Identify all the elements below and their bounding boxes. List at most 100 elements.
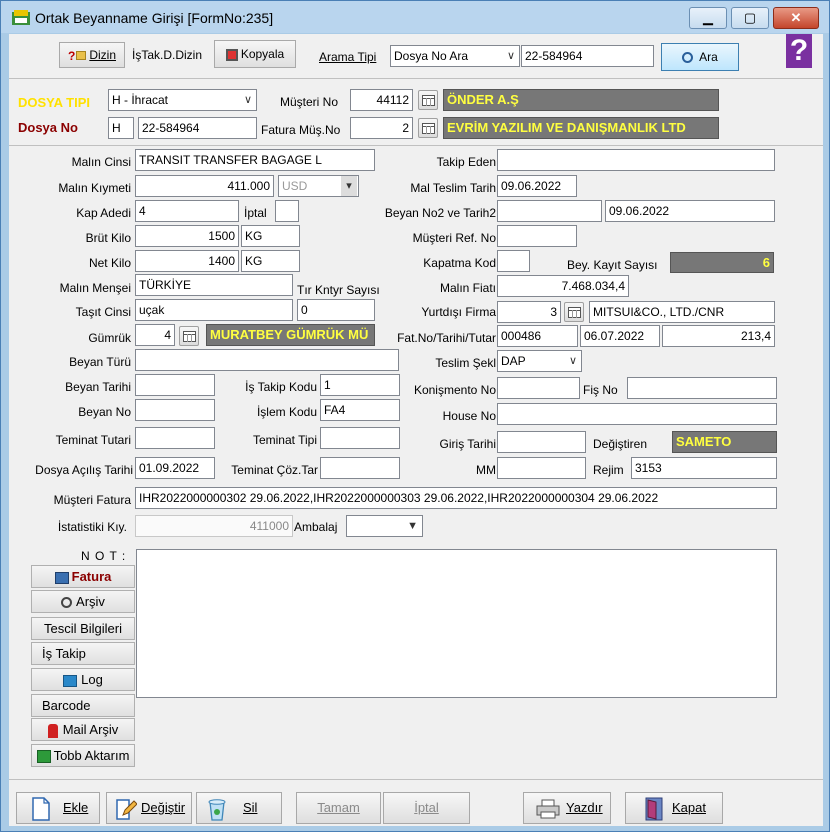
teslim-sekli-select[interactable]: DAP ∨ (497, 350, 582, 372)
fatura-mus-no-input[interactable]: 2 (350, 117, 413, 139)
fatura-button[interactable]: Fatura (31, 565, 135, 588)
kopyala-button[interactable]: Kopyala (214, 40, 296, 68)
giris-tarihi-label: Giriş Tarihi (439, 437, 496, 451)
yazdir-button[interactable]: Yazdır (523, 792, 611, 824)
beyan-tarih2-input[interactable]: 09.06.2022 (605, 200, 775, 222)
dosya-no-input[interactable]: 22-584964 (138, 117, 257, 139)
copy-icon (225, 48, 238, 61)
teminat-tutari-input[interactable] (135, 427, 215, 449)
dizin-label: Dizin (89, 48, 116, 62)
dizin-button[interactable]: ? Dizin (59, 42, 125, 68)
musteri-ref-input[interactable] (497, 225, 577, 247)
musteri-no-input[interactable]: 44112 (350, 89, 413, 111)
musteri-fatura-input[interactable]: IHR2022000000302 29.06.2022,IHR202200000… (135, 487, 777, 509)
help-icon[interactable]: ? (786, 34, 812, 68)
iptal-button[interactable]: İptal (383, 792, 470, 824)
yurtdisi-no-input[interactable]: 3 (497, 301, 561, 323)
currency-select[interactable]: USD ▾ (278, 175, 359, 197)
takip-eden-input[interactable] (497, 149, 775, 171)
istak-dizin-link[interactable]: İşTak.D.Dizin (132, 48, 202, 62)
beyan-turu-input[interactable] (135, 349, 399, 371)
chevron-down-icon: ∨ (506, 50, 515, 62)
beyan-tarihi-input[interactable] (135, 374, 215, 396)
giris-tarihi-input[interactable] (497, 431, 586, 453)
not-textarea[interactable] (136, 549, 777, 698)
log-icon (63, 674, 78, 687)
arama-tipi-select[interactable]: Dosya No Ara ∨ (390, 45, 520, 67)
beyan-no-input[interactable] (135, 399, 215, 421)
yurtdisi-name-input[interactable]: MITSUI&CO., LTD./CNR (589, 301, 775, 323)
gumruk-no-input[interactable]: 4 (135, 324, 175, 346)
konismento-input[interactable] (497, 377, 580, 399)
is-takip-button[interactable]: İş Takip (31, 642, 135, 665)
barcode-button[interactable]: Barcode (31, 694, 135, 717)
teminat-coz-input[interactable] (320, 457, 400, 479)
beyan-no-label: Beyan No (78, 405, 131, 419)
malin-fiati-label: Malın Fiatı (439, 281, 496, 295)
log-button[interactable]: Log (31, 668, 135, 691)
brut-unit-input[interactable]: KG (241, 225, 300, 247)
house-no-input[interactable] (497, 403, 777, 425)
dosya-acilis-input[interactable]: 01.09.2022 (135, 457, 215, 479)
malin-cinsi-input[interactable]: TRANSIT TRANSFER BAGAGE L (135, 149, 375, 171)
fat-no-input[interactable]: 000486 (497, 325, 578, 347)
tobb-aktarim-button[interactable]: Tobb Aktarım (31, 744, 135, 767)
ekle-button[interactable]: Ekle (16, 792, 100, 824)
dosya-no-prefix-input[interactable]: H (108, 117, 134, 139)
fat-tarih-input[interactable]: 06.07.2022 (580, 325, 660, 347)
ambalaj-select[interactable]: ▼ (346, 515, 423, 537)
ekle-label: Ekle (63, 800, 89, 815)
malin-mensei-input[interactable]: TÜRKİYE (135, 274, 293, 296)
is-takip-kodu-input[interactable]: 1 (320, 374, 400, 396)
fat-tutar-input[interactable]: 213,4 (662, 325, 775, 347)
beyan-no2-input[interactable] (497, 200, 602, 222)
net-kilo-label: Net Kilo (88, 256, 131, 270)
edit-icon (116, 798, 137, 820)
teminat-tipi-input[interactable] (320, 427, 400, 449)
net-kilo-input[interactable]: 1400 (135, 250, 239, 272)
kap-adedi-input[interactable]: 4 (135, 200, 239, 222)
sil-button[interactable]: Sil (196, 792, 282, 824)
is-takip-label: İş Takip (42, 646, 86, 661)
tescil-bilgileri-button[interactable]: Tescil Bilgileri (31, 617, 135, 640)
search-input[interactable]: 22-584964 (521, 45, 654, 67)
bey-kayit-value: 6 (670, 252, 774, 273)
lookup-icon[interactable] (564, 302, 584, 322)
fatura-mus-no-label: Fatura Müş.No (261, 123, 341, 137)
net-unit-input[interactable]: KG (241, 250, 300, 272)
close-button[interactable]: ✕ (773, 7, 819, 29)
gumruk-name-field: MURATBEY GÜMRÜK MÜ (206, 324, 375, 346)
islem-kodu-label: İşlem Kodu (256, 405, 317, 419)
mail-arsiv-button[interactable]: Mail Arşiv (31, 718, 135, 741)
malin-kiymeti-input[interactable]: 411.000 (135, 175, 274, 197)
islem-kodu-input[interactable]: FA4 (320, 399, 400, 421)
dosya-no-label: Dosya No (18, 120, 78, 135)
konismento-label: Konişmento No (413, 383, 496, 397)
mal-teslim-input[interactable]: 09.06.2022 (497, 175, 577, 197)
tasit-cinsi-input[interactable]: uçak (135, 299, 293, 321)
tamam-button[interactable]: Tamam (296, 792, 381, 824)
tasit-cinsi-label: Taşıt Cinsi (75, 305, 131, 319)
degistir-button[interactable]: Değiştir (106, 792, 192, 824)
kapat-button[interactable]: Kapat (625, 792, 723, 824)
mm-input[interactable] (497, 457, 586, 479)
form-client-area: ? Dizin İşTak.D.Dizin Kopyala Arama Tipi … (9, 34, 823, 826)
musteri-no-label: Müşteri No (280, 95, 339, 109)
ara-button[interactable]: Ara (661, 43, 739, 71)
maximize-button[interactable]: ▢ (731, 7, 769, 29)
dosya-tipi-select[interactable]: H - İhracat ∨ (108, 89, 257, 111)
iptal-input[interactable] (275, 200, 299, 222)
ambalaj-label: Ambalaj (294, 520, 338, 534)
rejim-input[interactable]: 3153 (631, 457, 777, 479)
arsiv-button[interactable]: Arşiv (31, 590, 135, 613)
lookup-icon[interactable] (179, 326, 199, 346)
malin-fiati-input[interactable]: 7.468.034,4 (497, 275, 629, 297)
title-bar[interactable]: Ortak Beyanname Girişi [FormNo:235] ▁ ▢ … (1, 1, 829, 33)
minimize-button[interactable]: ▁ (689, 7, 727, 29)
lookup-icon[interactable] (418, 118, 438, 138)
fis-no-input[interactable] (627, 377, 777, 399)
brut-kilo-input[interactable]: 1500 (135, 225, 239, 247)
kapatma-kod-input[interactable] (497, 250, 530, 272)
tir-input[interactable]: 0 (297, 299, 375, 321)
lookup-icon[interactable] (418, 90, 438, 110)
